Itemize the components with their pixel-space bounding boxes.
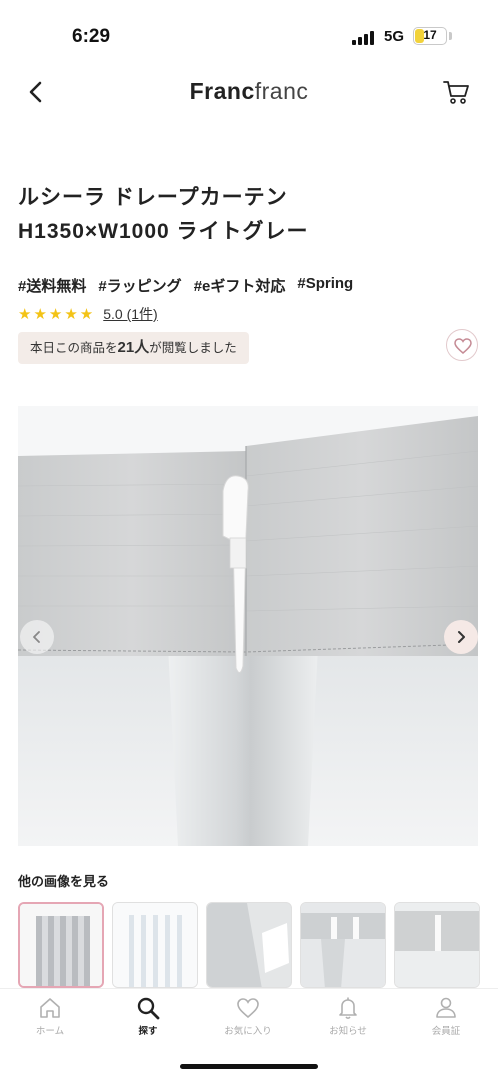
- cart-button[interactable]: [441, 76, 471, 106]
- tab-member-card-label: 会員証: [431, 1026, 461, 1037]
- brand-logo-bold: Franc: [189, 78, 255, 104]
- view-count-badge: 本日この商品を21人が閲覧しました: [18, 332, 249, 364]
- tab-favorites[interactable]: お気に入り: [208, 995, 288, 1045]
- heart-icon: [454, 338, 472, 354]
- tab-member-card[interactable]: 会員証: [406, 995, 486, 1045]
- thumbnail-strip: [18, 902, 498, 988]
- heart-icon: [237, 998, 259, 1019]
- network-type: 5G: [384, 28, 405, 45]
- status-bar: 6:29 5G 17: [0, 0, 498, 70]
- favorite-button[interactable]: [446, 329, 478, 361]
- thumbnail-image: [113, 903, 197, 987]
- tab-home[interactable]: ホーム: [10, 995, 90, 1045]
- view-count-suffix: が閲覧しました: [149, 341, 237, 355]
- member-card-icon: [436, 997, 456, 1018]
- chevron-left-icon: [33, 631, 40, 643]
- other-images-heading: 他の画像を見る: [18, 874, 110, 889]
- view-count-prefix: 本日この商品を: [30, 341, 118, 355]
- thumbnail-5[interactable]: [394, 902, 480, 988]
- battery-level: 17: [423, 28, 437, 42]
- product-title-line2: H1350×W1000 ライトグレー: [18, 220, 309, 243]
- product-title: ルシーラ ドレープカーテン H1350×W1000 ライトグレー: [18, 181, 478, 249]
- thumbnail-2[interactable]: [112, 902, 198, 988]
- chevron-right-icon: [458, 631, 465, 643]
- tag-spring[interactable]: #Spring: [297, 275, 353, 296]
- tab-notifications[interactable]: お知らせ: [308, 995, 388, 1045]
- product-main-image[interactable]: [18, 406, 478, 846]
- cart-icon: [443, 81, 469, 104]
- tag-egift[interactable]: #eギフト対応: [194, 275, 286, 296]
- battery-nub: [449, 32, 452, 40]
- home-icon: [40, 998, 60, 1018]
- signal-icon: [352, 31, 376, 45]
- view-count-number: 21人: [117, 339, 150, 356]
- rating: ★★★★★ 5.0 (1件): [18, 303, 158, 325]
- thumbnail-image: [395, 903, 479, 987]
- thumbnail-3[interactable]: [206, 902, 292, 988]
- thumbnail-image: [207, 903, 291, 987]
- app-header: Francfranc: [0, 70, 498, 114]
- thumbnail-4[interactable]: [300, 902, 386, 988]
- tab-search-label: 探す: [138, 1026, 158, 1037]
- search-icon: [137, 997, 160, 1020]
- tab-favorites-label: お気に入り: [224, 1026, 272, 1037]
- thumbnail-image: [301, 903, 385, 987]
- brand-logo[interactable]: Francfranc: [0, 78, 498, 105]
- home-indicator[interactable]: [180, 1064, 318, 1069]
- thumbnail-image: [20, 904, 102, 986]
- image-next-button[interactable]: [444, 620, 478, 654]
- product-title-line1: ルシーラ ドレープカーテン: [18, 186, 288, 209]
- bell-icon: [339, 997, 357, 1020]
- tab-home-label: ホーム: [35, 1026, 65, 1037]
- brand-logo-light: franc: [254, 78, 309, 104]
- battery-icon: 17: [413, 27, 447, 45]
- tab-notifications-label: お知らせ: [329, 1026, 367, 1037]
- review-link[interactable]: 5.0 (1件): [103, 304, 157, 324]
- status-time: 6:29: [72, 26, 111, 47]
- thumbnail-1[interactable]: [18, 902, 104, 988]
- star-rating-icon: ★★★★★: [18, 306, 96, 323]
- tab-search[interactable]: 探す: [108, 995, 188, 1045]
- tag-list: #送料無料 #ラッピング #eギフト対応 #Spring: [18, 275, 353, 296]
- image-prev-button[interactable]: [20, 620, 54, 654]
- tag-wrapping[interactable]: #ラッピング: [98, 275, 181, 296]
- curtain-closeup-image: [18, 406, 478, 846]
- tag-free-shipping[interactable]: #送料無料: [18, 275, 86, 296]
